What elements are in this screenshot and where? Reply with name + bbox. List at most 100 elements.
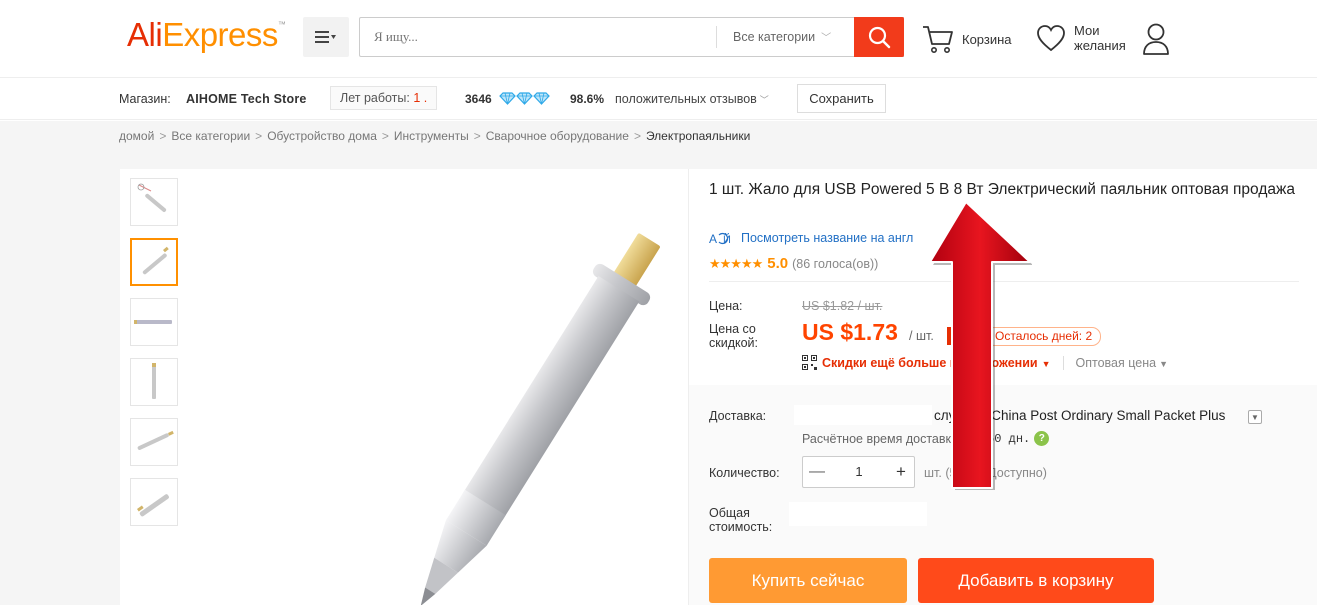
rating-votes[interactable]: (86 голоса(ов)) [792, 257, 878, 271]
delivery-estimate-label: Расчётное время доставки: [802, 431, 962, 446]
aliexpress-logo[interactable]: AliExpress™ [127, 16, 286, 54]
search-box: Все категории ﹀ [359, 17, 904, 57]
wishlist-label-line2: желания [1074, 38, 1126, 53]
total-cost-label: Общая стоимость: [709, 506, 773, 534]
years-badge: Лет работы: 1 . [330, 86, 438, 110]
product-title: 1 шт. Жало для USB Powered 5 В 8 Вт Элек… [709, 181, 1295, 198]
breadcrumb-home[interactable]: домой [119, 129, 154, 143]
translate-title-link[interactable]: AЙ Посмотреть название на англ [709, 231, 913, 245]
store-label: Магазин: [119, 92, 171, 106]
app-promo-row: Скидки ещё больше в приложении ▼ Оптовая … [802, 355, 1168, 370]
quantity-decrease-button[interactable]: — [803, 457, 831, 487]
diamond-icon [533, 92, 550, 105]
product-info-panel: 1 шт. Жало для USB Powered 5 В 8 Вт Элек… [688, 169, 1317, 605]
breadcrumb-separator: > [255, 129, 263, 143]
gallery-thumbnail[interactable] [130, 298, 178, 346]
heart-icon [1037, 25, 1065, 52]
rating-row: ★★★★★ 5.0 (86 голоса(ов)) [709, 255, 878, 272]
logo-express-text: Express [162, 16, 278, 53]
breadcrumb-separator: > [381, 129, 389, 143]
discount-price-label: Цена со скидкой: [709, 322, 759, 350]
quantity-available: шт. (51 шт. Доступно) [924, 466, 1047, 480]
translate-link-label: Посмотреть название на англ [741, 231, 914, 245]
search-input[interactable] [360, 18, 716, 56]
cart-label: Корзина [962, 31, 1012, 47]
shipping-destination-masked [794, 405, 932, 425]
category-select-label: Все категории [733, 30, 816, 44]
quantity-stepper: — 1 + [802, 456, 915, 488]
caret-down-icon: ▼ [1041, 358, 1051, 369]
breadcrumb-all-categories[interactable]: Все категории [171, 129, 250, 143]
account-button[interactable] [1142, 22, 1170, 61]
positive-feedback-dropdown[interactable]: положительных отзывов ﹀ [615, 92, 769, 106]
gallery-thumbnail[interactable] [130, 178, 178, 226]
diamond-icon [499, 92, 516, 105]
thumbnail-image [137, 430, 174, 450]
quantity-increase-button[interactable]: + [887, 457, 915, 487]
years-label: Лет работы: [340, 91, 410, 105]
gallery-thumbnail[interactable] [130, 478, 178, 526]
store-rank-diamonds [499, 92, 550, 105]
breadcrumb: домой > Все категории > Обустройство дома > Ин… [119, 129, 750, 143]
separator [1062, 355, 1064, 370]
chevron-down-icon: ▼ [1251, 412, 1259, 422]
rating-value: 5.0 [767, 255, 789, 272]
gallery-thumbnail-active[interactable] [130, 238, 178, 286]
store-name-link[interactable]: AIHOME Tech Store [186, 92, 307, 106]
thumbnail-image [142, 246, 169, 275]
breadcrumb-tools[interactable]: Инструменты [394, 129, 469, 143]
breadcrumb-bar: домой > Все категории > Обустройство дома > Ин… [0, 121, 1317, 151]
magnifier-icon [868, 26, 891, 49]
price-label: Цена: [709, 299, 743, 313]
shopping-cart-icon [923, 26, 953, 53]
wishlist-label-line1: Мои [1074, 23, 1100, 38]
total-cost-masked [789, 502, 927, 526]
delivery-estimate: Расчётное время доставки: 42-60 дн. ? [802, 431, 1050, 446]
gallery-thumbnail[interactable] [130, 418, 178, 466]
save-store-button[interactable]: Сохранить [797, 84, 886, 113]
user-icon [1143, 23, 1169, 55]
cart-link[interactable]: Корзина [922, 22, 1012, 56]
chevron-down-icon: ﹀ [759, 95, 769, 105]
discount-price: US $1.73 [802, 319, 898, 345]
years-value: 1 . [413, 91, 428, 105]
translate-icon: AЙ [709, 232, 731, 245]
thumbnail-image [137, 494, 169, 517]
thumbnail-image [134, 320, 172, 324]
discount-badge: -5% [947, 327, 978, 345]
diamond-icon [516, 92, 533, 105]
shipping-method[interactable]: службой China Post Ordinary Small Packet… [934, 408, 1225, 423]
wishlist-label: Мои желания [1074, 23, 1126, 53]
svg-text:A: A [709, 232, 717, 245]
quantity-input[interactable]: 1 [831, 457, 887, 487]
thumbnail-image [137, 183, 167, 212]
store-score: 3646 [465, 92, 492, 106]
original-price: US $1.82 / шт. [802, 299, 883, 313]
category-select[interactable]: Все категории ﹀ [716, 26, 855, 48]
search-button[interactable] [854, 17, 904, 57]
add-to-cart-button[interactable]: Добавить в корзину [918, 558, 1154, 603]
caret-down-icon: ▼ [1159, 358, 1169, 369]
wishlist-link[interactable]: Мои желания [1036, 20, 1126, 56]
gallery-thumbnail[interactable] [130, 358, 178, 406]
question-icon[interactable]: ? [1034, 431, 1050, 446]
app-deal-label: Скидки ещё больше в приложении [822, 355, 1038, 370]
breadcrumb-home-improvement[interactable]: Обустройство дома [267, 129, 377, 143]
thumbnail-image [152, 363, 156, 399]
breadcrumb-welding[interactable]: Сварочное оборудование [486, 129, 629, 143]
price-unit: / шт. [909, 329, 934, 343]
logo-tm: ™ [277, 20, 286, 29]
buy-now-button[interactable]: Купить сейчас [709, 558, 907, 603]
chevron-down-icon: ﹀ [821, 33, 832, 44]
divider [709, 281, 1299, 282]
app-deal-link[interactable]: Скидки ещё больше в приложении ▼ [822, 356, 1051, 370]
svg-text:Й: Й [723, 233, 731, 245]
category-menu-button[interactable] [303, 17, 349, 57]
shipping-options-toggle[interactable]: ▼ [1248, 410, 1262, 424]
wholesale-price-dropdown[interactable]: Оптовая цена ▼ [1076, 356, 1168, 370]
product-gallery [120, 169, 688, 605]
breadcrumb-soldering-irons[interactable]: Электропаяльники [646, 129, 750, 143]
hamburger-menu-icon [315, 31, 336, 43]
positive-feedback-percent: 98.6% [570, 92, 605, 106]
page: AliExpress™ Все категории ﹀ Корзина Моиже… [0, 0, 1317, 605]
